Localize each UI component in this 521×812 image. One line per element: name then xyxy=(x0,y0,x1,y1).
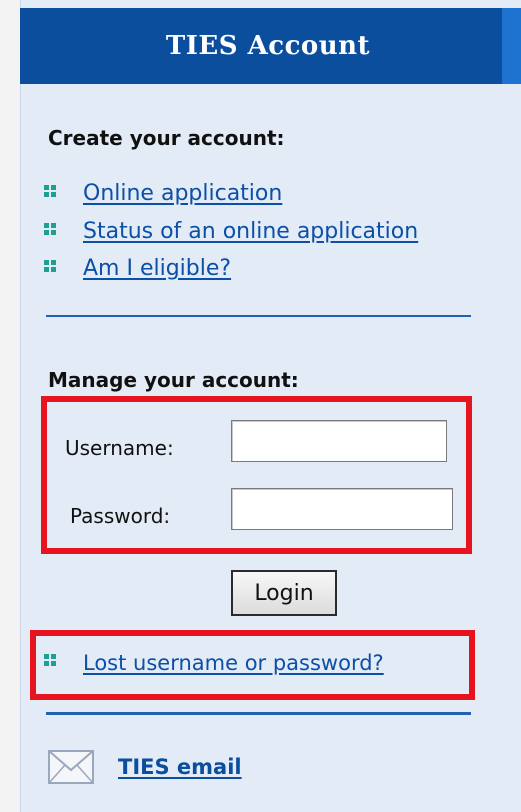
panel-header: TIES Account xyxy=(20,8,502,84)
envelope-icon xyxy=(48,750,94,784)
password-label: Password: xyxy=(70,504,171,528)
login-button[interactable]: Login xyxy=(231,570,337,616)
password-input[interactable] xyxy=(231,488,453,530)
header-accent-bar xyxy=(502,8,521,84)
username-input[interactable] xyxy=(231,420,447,462)
application-status-link[interactable]: Status of an online application xyxy=(83,220,418,244)
lost-credentials-link[interactable]: Lost username or password? xyxy=(83,651,384,675)
manage-account-heading: Manage your account: xyxy=(48,368,299,392)
panel-title: TIES Account xyxy=(165,31,371,61)
link-application-status[interactable]: Status of an online application xyxy=(44,220,418,252)
create-account-heading: Create your account: xyxy=(48,126,285,150)
ties-email-row[interactable]: TIES email xyxy=(48,750,242,784)
link-lost-credentials[interactable]: Lost username or password? xyxy=(44,651,384,683)
bullet-icon xyxy=(44,223,56,235)
online-application-link[interactable]: Online application xyxy=(83,182,282,206)
bullet-icon xyxy=(44,260,56,272)
link-eligibility[interactable]: Am I eligible? xyxy=(44,257,231,289)
username-label: Username: xyxy=(65,436,174,460)
bullet-icon xyxy=(44,654,56,666)
footer-divider xyxy=(46,712,471,715)
bullet-icon xyxy=(44,185,56,197)
eligibility-link[interactable]: Am I eligible? xyxy=(83,257,231,281)
link-online-application[interactable]: Online application xyxy=(44,182,282,214)
ties-email-link[interactable]: TIES email xyxy=(118,755,242,779)
section-divider xyxy=(46,315,471,317)
